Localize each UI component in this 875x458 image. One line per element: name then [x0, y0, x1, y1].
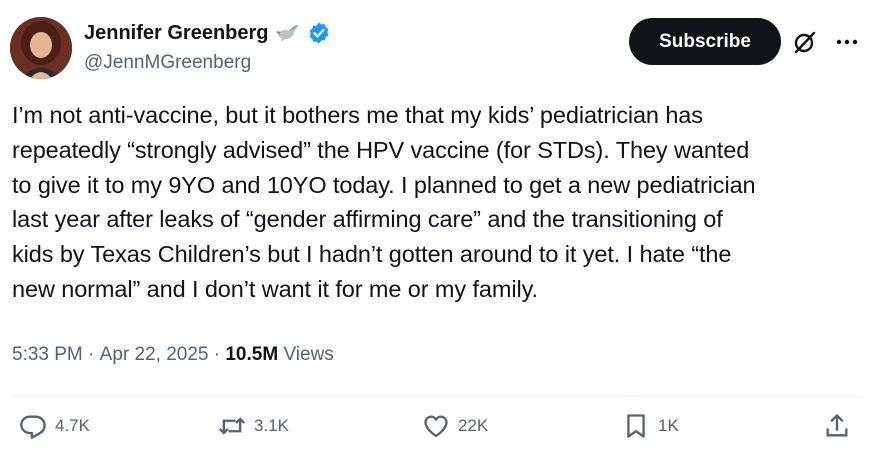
author-display-name[interactable]: Jennifer Greenberg [84, 22, 269, 45]
author-handle[interactable]: @JennMGreenberg [84, 52, 251, 74]
grok-icon[interactable] [792, 29, 818, 55]
reply-count: 4.7K [55, 416, 90, 435]
dove-emoji-icon [275, 22, 301, 44]
reply-icon [20, 415, 46, 439]
share-button[interactable] [823, 412, 851, 440]
repost-icon [218, 417, 246, 435]
heart-icon [424, 415, 448, 438]
tweet-text: I’m not anti-vaccine, but it bothers me … [12, 102, 756, 302]
like-button[interactable]: 22K [422, 412, 488, 440]
meta-separator: · [208, 344, 226, 365]
tweet-meta: 5:33 PM · Apr 22, 2025 · 10.5M Views [12, 344, 334, 366]
tweet-date[interactable]: Apr 22, 2025 [100, 344, 209, 366]
bookmark-count: 1K [658, 416, 679, 435]
bookmark-button[interactable]: 1K [622, 412, 679, 440]
views-label: Views [278, 344, 334, 365]
divider [12, 396, 863, 397]
action-bar: 4.7K 3.1K 22K 1K [0, 412, 875, 452]
bookmark-icon [627, 414, 645, 438]
reply-button[interactable]: 4.7K [19, 412, 90, 440]
meta-separator: · [82, 344, 100, 365]
repost-button[interactable]: 3.1K [218, 412, 289, 440]
avatar-image [10, 17, 72, 79]
verified-badge-icon[interactable] [307, 21, 331, 45]
share-icon [826, 413, 848, 437]
more-icon[interactable] [834, 31, 860, 53]
tweet-time[interactable]: 5:33 PM [12, 344, 83, 366]
like-count: 22K [458, 416, 489, 435]
repost-count: 3.1K [254, 416, 289, 435]
avatar[interactable] [10, 17, 72, 79]
subscribe-button[interactable]: Subscribe [629, 18, 781, 65]
views-count: 10.5M [225, 344, 279, 365]
